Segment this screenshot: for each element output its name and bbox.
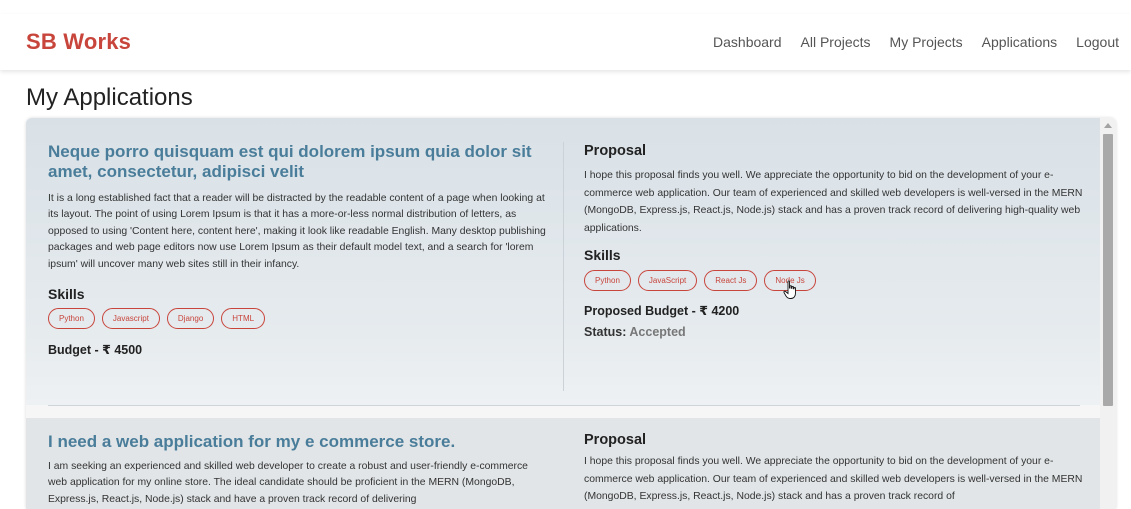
application-status: Status: Accepted [584,325,1100,339]
brand-logo[interactable]: SB Works [26,29,131,55]
scrollbar[interactable] [1100,118,1116,509]
nav-link-dashboard[interactable]: Dashboard [713,34,782,50]
project-skills: Python Javascript Django HTML [48,308,564,330]
scroll-up-arrow-icon[interactable] [1104,123,1112,128]
hand-pointer-icon [783,280,796,299]
project-description: It is a long established fact that a rea… [48,193,546,270]
skill-chip: Python [584,270,631,291]
proposal-text: I hope this proposal finds you well. We … [584,456,1083,502]
applications-panel: Neque porro quisquam est qui dolorem ips… [26,118,1116,509]
project-details: Neque porro quisquam est qui dolorem ips… [26,118,564,405]
skill-chip: JavaScript [637,270,698,291]
proposal-skills-heading: Skills [584,247,621,263]
nav-link-all-projects[interactable]: All Projects [801,34,871,50]
skill-chip: Python [48,308,95,330]
status-label: Status: [584,325,627,339]
skill-chip: React Js [704,270,758,291]
proposal-heading: Proposal [584,432,647,448]
skill-chip: Django [166,308,215,330]
navbar: SB Works Dashboard All Projects My Proje… [0,14,1131,70]
nav-links: Dashboard All Projects My Projects Appli… [713,34,1119,50]
nav-link-my-projects[interactable]: My Projects [890,34,963,50]
top-strip [0,0,1131,14]
nav-link-logout[interactable]: Logout [1076,34,1119,50]
proposal-details: Proposal I hope this proposal finds you … [564,118,1100,405]
project-budget: Budget - ₹ 4500 [48,343,143,358]
page-title: My Applications [26,84,193,111]
project-title: I need a web application for my e commer… [48,432,456,451]
skill-chip: HTML [221,308,266,330]
card-divider [48,405,1080,406]
proposal-heading: Proposal [584,143,647,159]
proposed-budget: Proposed Budget - ₹ 4200 [584,304,740,318]
project-description: I am seeking an experienced and skilled … [48,461,528,505]
status-value: Accepted [629,325,686,339]
scrollbar-thumb[interactable] [1103,134,1113,406]
application-card: Neque porro quisquam est qui dolorem ips… [26,118,1100,405]
project-title: Neque porro quisquam est qui dolorem ips… [48,142,532,181]
nav-link-applications[interactable]: Applications [982,34,1058,50]
application-card: I need a web application for my e commer… [26,418,1100,509]
proposal-text: I hope this proposal finds you well. We … [584,170,1083,234]
skill-chip: Javascript [101,308,160,330]
proposal-skills: Python JavaScript React Js Node Js [584,270,1100,291]
project-details: I need a web application for my e commer… [26,418,564,509]
proposal-details: Proposal I hope this proposal finds you … [564,418,1100,509]
skills-heading: Skills [48,286,85,303]
